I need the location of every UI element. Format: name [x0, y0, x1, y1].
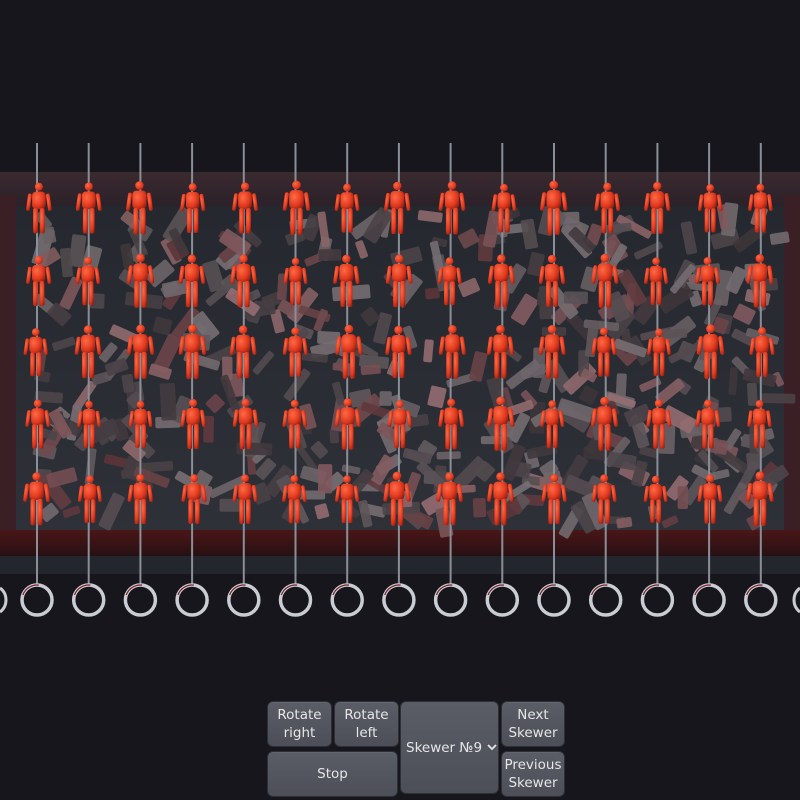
skewer-select-value: Skewer №9 — [406, 740, 483, 756]
skewer-select[interactable]: Skewer №9 — [400, 701, 499, 794]
container-right-wall — [784, 195, 800, 535]
container-floor — [0, 530, 800, 558]
stop-button[interactable]: Stop — [267, 751, 398, 797]
debris-piece — [219, 498, 243, 512]
debris-piece — [472, 497, 487, 518]
chevron-down-icon — [487, 744, 497, 751]
previous-skewer-button[interactable]: Previous Skewer — [501, 751, 565, 797]
next-skewer-button[interactable]: Next Skewer — [501, 701, 565, 747]
debris-piece — [436, 451, 461, 460]
debris-piece — [563, 291, 588, 304]
rotate-left-button[interactable]: Rotate left — [334, 701, 399, 747]
debris-piece — [425, 287, 440, 300]
debris-piece — [661, 329, 688, 339]
container-left-wall — [0, 195, 16, 535]
debris-piece — [360, 364, 381, 376]
debris-piece — [159, 382, 177, 421]
debris-piece — [318, 464, 333, 494]
debris-piece — [760, 393, 796, 404]
rotate-right-button[interactable]: Rotate right — [267, 701, 332, 747]
container-base — [0, 556, 800, 574]
debris-piece — [379, 391, 392, 406]
debris-piece — [318, 249, 342, 261]
debris-piece — [677, 486, 688, 510]
3d-scene-viewport[interactable] — [0, 0, 800, 800]
debris-piece — [480, 436, 504, 445]
debris-piece — [746, 451, 761, 471]
